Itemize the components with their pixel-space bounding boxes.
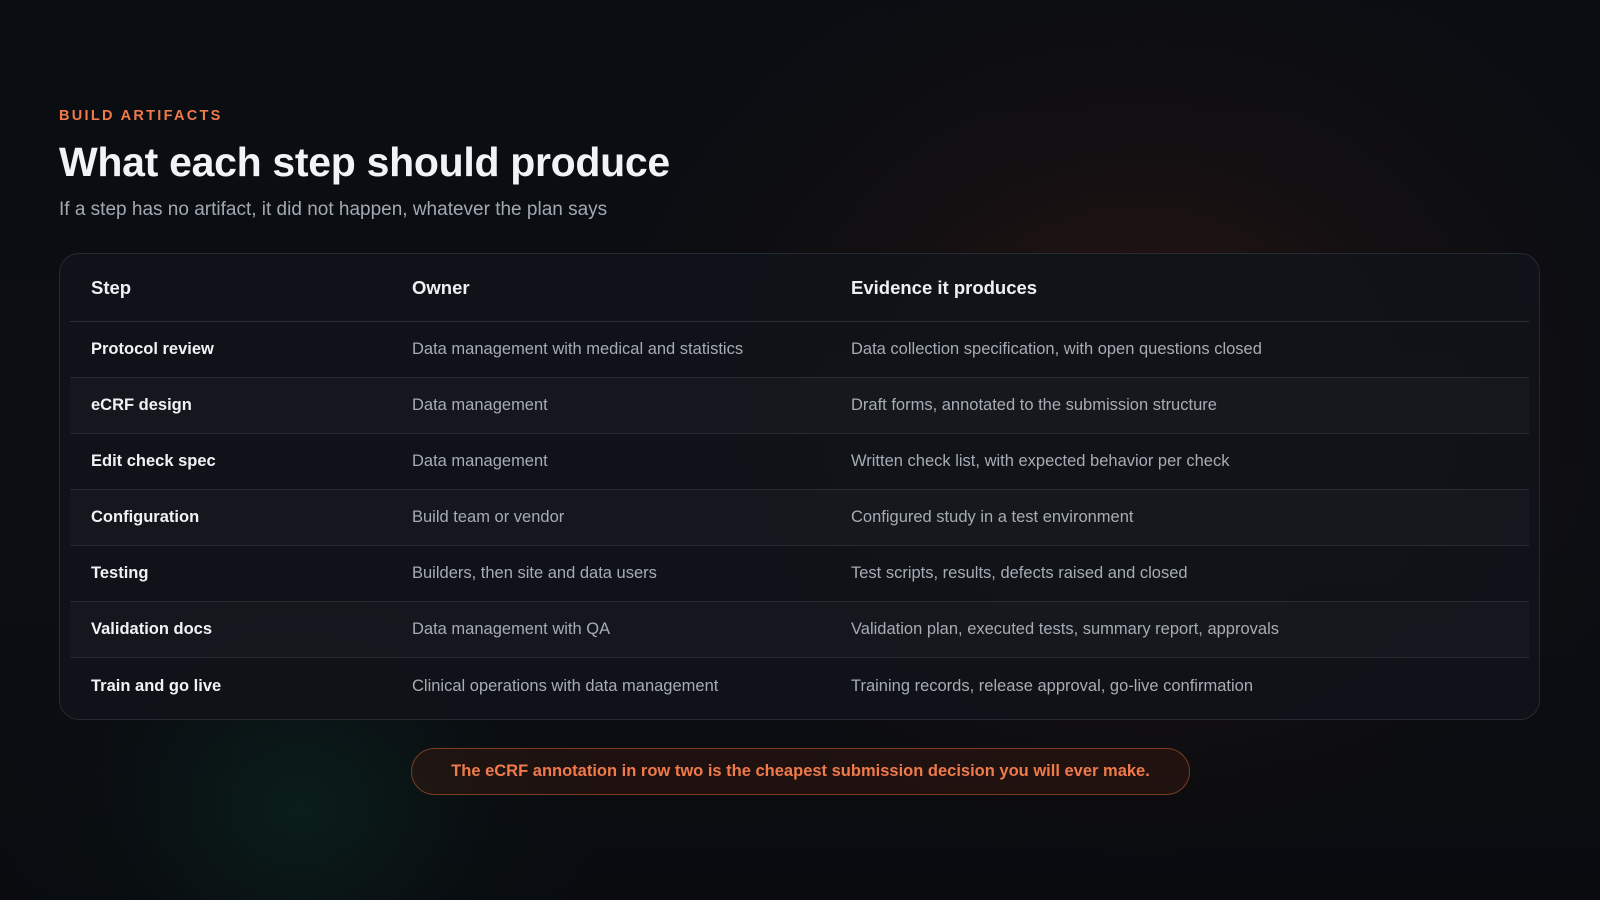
owner-cell: Data management xyxy=(391,377,830,434)
owner-cell: Build team or vendor xyxy=(391,489,830,546)
evidence-cell: Test scripts, results, defects raised an… xyxy=(830,545,1529,602)
page-title: What each step should produce xyxy=(59,139,670,185)
table-row: Edit check spec Data management Written … xyxy=(70,433,1529,490)
owner-cell: Data management with QA xyxy=(391,601,830,658)
evidence-cell: Draft forms, annotated to the submission… xyxy=(830,377,1529,434)
owner-cell: Builders, then site and data users xyxy=(391,545,830,602)
column-header-step: Step xyxy=(70,254,391,322)
evidence-cell: Training records, release approval, go-l… xyxy=(851,676,1253,695)
step-cell: Train and go live xyxy=(91,676,222,695)
owner-cell: Data management xyxy=(391,433,830,490)
step-cell: Validation docs xyxy=(70,601,391,658)
column-header-owner: Owner xyxy=(391,254,830,322)
artifacts-table-card: Step Owner Evidence it produces Protocol… xyxy=(59,253,1540,720)
evidence-cell: Written check list, with expected behavi… xyxy=(830,433,1529,490)
owner-cell: Clinical operations with data management xyxy=(412,676,719,695)
section-eyebrow: BUILD ARTIFACTS xyxy=(59,108,223,124)
slide: BUILD ARTIFACTS What each step should pr… xyxy=(0,0,1600,900)
step-cell: Edit check spec xyxy=(70,433,391,490)
step-cell: Protocol review xyxy=(70,321,391,378)
table-row: Train and go live Clinical operations wi… xyxy=(70,658,1529,715)
step-cell: Configuration xyxy=(70,489,391,546)
evidence-cell: Data collection specification, with open… xyxy=(830,321,1529,378)
table-row: Validation docs Data management with QA … xyxy=(70,601,1529,658)
owner-cell: Data management with medical and statist… xyxy=(391,321,830,378)
column-header-evidence: Evidence it produces xyxy=(830,254,1529,322)
step-cell: Testing xyxy=(70,545,391,602)
step-cell: eCRF design xyxy=(70,377,391,434)
table-row: Configuration Build team or vendor Confi… xyxy=(70,489,1529,546)
callout-note: The eCRF annotation in row two is the ch… xyxy=(411,748,1190,795)
table-row: Protocol review Data management with med… xyxy=(70,321,1529,378)
table-row: eCRF design Data management Draft forms,… xyxy=(70,377,1529,434)
page-subtitle: If a step has no artifact, it did not ha… xyxy=(59,199,608,220)
table-row: Testing Builders, then site and data use… xyxy=(70,545,1529,602)
evidence-cell: Configured study in a test environment xyxy=(830,489,1529,546)
artifacts-table: Step Owner Evidence it produces Protocol… xyxy=(70,254,1529,714)
evidence-cell: Validation plan, executed tests, summary… xyxy=(830,601,1529,658)
table-header-row: Step Owner Evidence it produces xyxy=(70,254,1529,322)
